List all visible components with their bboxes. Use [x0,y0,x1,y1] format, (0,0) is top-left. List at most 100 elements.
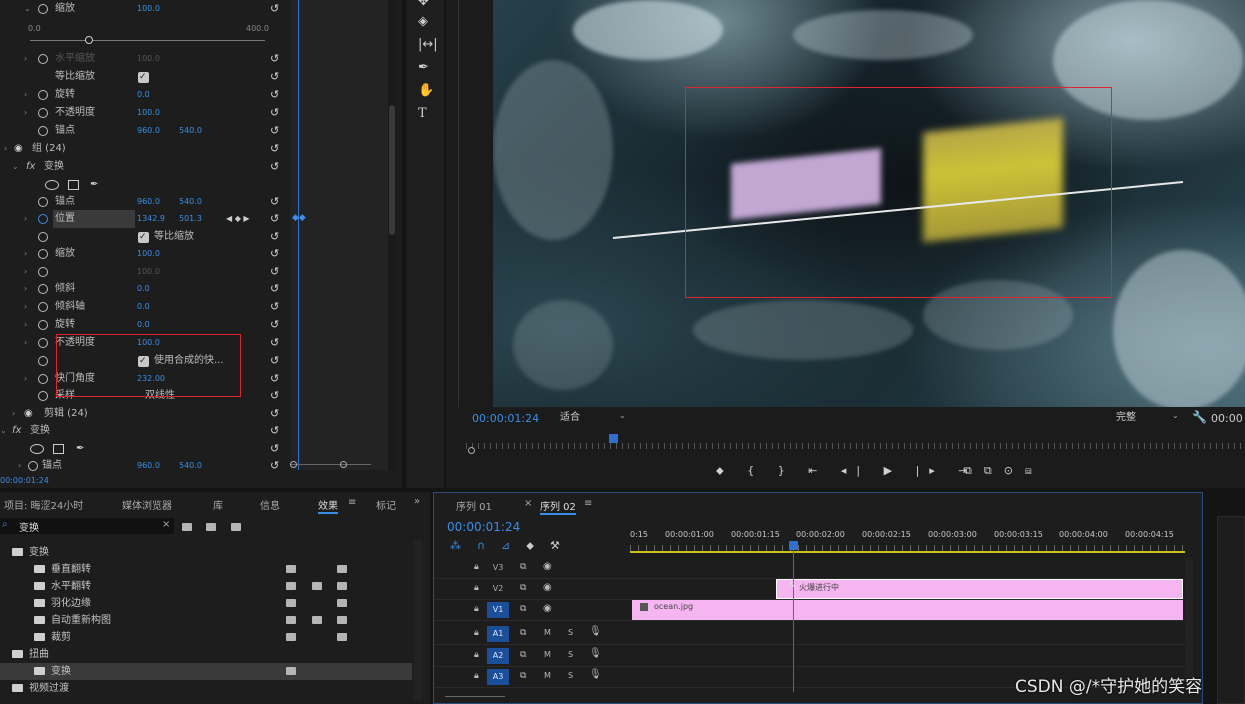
zoom-handle[interactable] [468,447,475,454]
lift-extract-export-icons[interactable]: ⧉⧉⊙⧈ [964,464,1044,478]
fx-icon[interactable]: fx [26,158,35,176]
track-name[interactable]: V1 [487,602,509,618]
work-area-bar[interactable] [630,551,1185,553]
scale-value[interactable]: 100.0 [137,0,160,18]
mute-button[interactable]: M [544,650,551,659]
timeline-tools[interactable]: ⁂∩⊿⬥⚒ [450,539,576,553]
effects-list-scrollbar[interactable] [414,540,422,700]
sync-icon[interactable]: ⧉ [520,562,526,572]
clear-icon[interactable]: × [162,519,170,530]
tab-project[interactable]: 项目: 晦涩24小时 [4,497,83,512]
uniform-scale-checkbox[interactable] [138,228,149,246]
tab-libraries[interactable]: 库 [213,497,223,512]
reset-icon[interactable]: ↺ [270,440,279,458]
timeline-ruler[interactable]: 0:15 00:00:01:00 00:00:01:15 00:00:02:00… [630,530,1185,542]
hand-tool-icon[interactable]: ✋ [418,83,434,98]
sync-icon[interactable]: ⧉ [520,604,526,614]
reset-icon[interactable]: ↺ [270,140,279,158]
reset-icon[interactable]: ↺ [270,422,279,440]
reset-icon[interactable]: ↺ [270,263,279,281]
timeline-timecode[interactable]: 00:00:01:24 [447,520,520,534]
lock-icon[interactable]: 🔒︎ [474,650,479,660]
clip-v1-ocean[interactable]: ocean.jpg [632,600,1183,620]
razor-tool-icon[interactable]: ◈ [418,14,428,29]
move-tool-icon[interactable]: ✥ [418,0,429,9]
mic-icon[interactable]: 🎙︎ [589,669,602,680]
pen-mask-icon[interactable]: ✒ [90,176,98,194]
keyframe-icon[interactable]: ◆◆ [292,213,306,223]
tab-markers[interactable]: 标记 [376,497,398,512]
timeline-playhead-line[interactable] [793,542,794,692]
reset-icon[interactable]: ↺ [270,316,279,334]
solo-button[interactable]: S [568,628,573,637]
reset-icon[interactable]: ↺ [270,158,279,176]
chevron-down-icon[interactable]: ⌄ [619,411,626,420]
transform-row[interactable]: ⌄ fx 变换 ↺ [0,158,290,176]
eye-icon[interactable]: ◉ [543,561,552,572]
timeline-scrollbar[interactable] [1185,558,1193,688]
track-name[interactable]: A2 [487,648,509,664]
track-v3[interactable] [630,558,1185,579]
sync-icon[interactable]: ⧉ [520,628,526,638]
pen-mask-icon[interactable]: ✒ [76,440,84,458]
mic-icon[interactable]: 🎙︎ [589,626,602,637]
program-playhead[interactable] [609,434,618,443]
chevron-down-icon[interactable]: ⌄ [1172,411,1179,420]
lock-icon[interactable]: 🔒︎ [474,604,479,614]
mute-button[interactable]: M [544,671,551,680]
eye-icon[interactable]: ◉ [543,603,552,614]
type-tool-icon[interactable]: T [418,106,427,121]
accelerated-badge-icon[interactable] [182,523,192,531]
group-row[interactable]: › ◉ 组 (24) ↺ [0,140,290,158]
reset-icon[interactable]: ↺ [270,457,279,475]
more-tabs-icon[interactable]: » [414,496,420,507]
solo-button[interactable]: S [568,650,573,659]
tab-sequence-02[interactable]: 序列 02 [540,498,576,515]
fx-icon[interactable]: fx [12,422,21,440]
tree-item-transform-folder[interactable]: 变换 [12,544,49,561]
effect-playhead[interactable] [298,0,299,470]
timeline-playhead[interactable] [789,541,798,550]
reset-icon[interactable]: ↺ [270,334,279,352]
yuv-badge-icon[interactable] [231,523,241,531]
menu-icon[interactable]: ≡ [584,498,592,509]
mute-button[interactable]: M [544,628,551,637]
reset-icon[interactable]: ↺ [270,50,279,68]
tab-info[interactable]: 信息 [260,497,280,512]
32bit-badge-icon[interactable] [206,523,216,531]
track-a2[interactable] [630,646,1185,667]
wrench-icon[interactable]: 🔧 [1192,410,1207,424]
reset-icon[interactable]: ↺ [270,122,279,140]
effects-scrollbar[interactable] [388,0,396,470]
slider-thumb[interactable] [85,36,93,44]
eye-icon[interactable]: ◉ [14,140,23,158]
timeline-zoom-bar[interactable] [445,696,505,697]
lock-icon[interactable]: 🔒︎ [474,671,479,681]
reset-icon[interactable]: ↺ [270,0,279,18]
reset-icon[interactable]: ↺ [270,193,279,211]
program-timecode[interactable]: 00:00:01:24 [472,412,539,425]
ec-zoom-bar[interactable] [291,464,371,465]
track-name[interactable]: V2 [487,581,509,597]
menu-icon[interactable]: ≡ [348,497,356,508]
search-field[interactable]: ⌕ 变换 × [0,518,174,534]
close-icon[interactable]: × [524,498,532,509]
sync-icon[interactable]: ⧉ [520,650,526,660]
track-name[interactable]: A1 [487,626,509,642]
transform2-row[interactable]: ⌄ fx 变换 ↺ [0,422,290,440]
reset-icon[interactable]: ↺ [270,210,279,228]
solo-button[interactable]: S [568,671,573,680]
tree-item-auto-reframe[interactable]: 自动重新构图 [34,612,111,629]
tab-media-browser[interactable]: 媒体浏览器 [122,497,172,512]
tab-effects[interactable]: 效果 [318,497,338,514]
ellipse-mask-icon[interactable] [30,444,44,454]
tree-item-vertical-flip[interactable]: 垂直翻转 [34,561,91,578]
eye-icon[interactable]: ◉ [543,582,552,593]
tree-item-feather-edges[interactable]: 羽化边缘 [34,595,91,612]
ec-zoom-handle[interactable] [290,461,297,468]
tree-item-transform-effect[interactable]: 变换 [34,663,71,680]
program-ruler[interactable] [466,443,1245,449]
rectangle-mask-icon[interactable] [53,444,64,454]
reset-icon[interactable]: ↺ [270,352,279,370]
keyframe-nav-icon[interactable]: ◀ ◆ ▶ [226,210,250,228]
